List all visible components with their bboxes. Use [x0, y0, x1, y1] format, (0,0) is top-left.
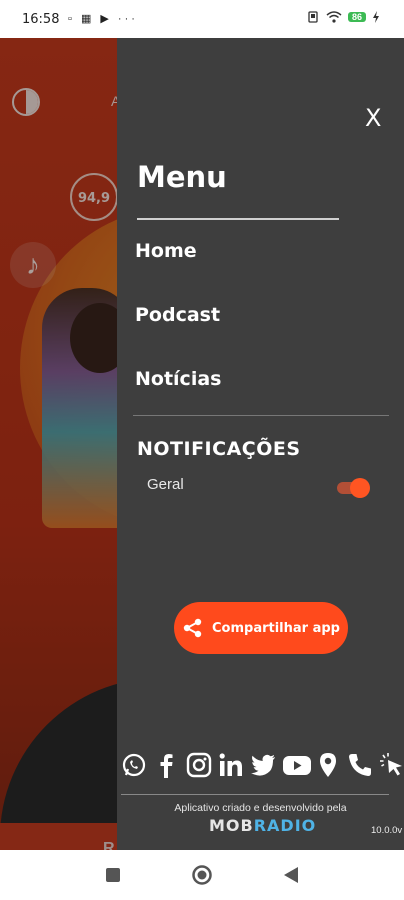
whatsapp-icon[interactable]: [121, 752, 147, 778]
facebook-icon[interactable]: [153, 752, 179, 778]
drawer-title: Menu: [137, 160, 227, 194]
share-app-label: Compartilhar app: [212, 620, 340, 636]
status-time: 16:58: [22, 12, 60, 27]
footer-divider: [121, 794, 389, 795]
nav-item-home[interactable]: Home: [135, 240, 197, 262]
youtube-icon[interactable]: [282, 752, 312, 778]
toggle-thumb: [350, 478, 370, 498]
app-version: 10.0.0v: [371, 825, 403, 836]
nav-item-noticias[interactable]: Notícias: [135, 368, 221, 390]
status-left-icons: ▫ ▦ ▶ ···: [68, 13, 138, 25]
brand-name-part2: RADIO: [253, 816, 317, 835]
instagram-icon[interactable]: [186, 752, 212, 778]
notifications-heading: NOTIFICAÇÕES: [137, 438, 301, 460]
phone-icon[interactable]: [347, 752, 373, 778]
cursor-icon[interactable]: [379, 752, 404, 778]
navigation-drawer: X Menu Home Podcast Notícias NOTIFICAÇÕE…: [117, 38, 404, 850]
charging-icon: [373, 11, 379, 23]
nav-item-podcast[interactable]: Podcast: [135, 304, 220, 326]
twitter-icon[interactable]: [250, 752, 276, 778]
location-icon[interactable]: [315, 752, 341, 778]
back-triangle-icon[interactable]: [283, 866, 299, 884]
system-navigation-bar: [0, 850, 404, 900]
linkedin-icon[interactable]: [218, 752, 244, 778]
share-app-button[interactable]: Compartilhar app: [174, 602, 348, 654]
close-drawer-button[interactable]: X: [365, 104, 381, 132]
title-divider: [137, 218, 339, 220]
brand-name-part1: MOB: [209, 816, 254, 835]
notification-general-toggle[interactable]: [337, 478, 371, 498]
mobradio-logo[interactable]: MOBRADIO: [209, 816, 316, 835]
notification-general-label: Geral: [147, 476, 184, 493]
section-divider: [133, 415, 389, 416]
social-icons-row: [121, 750, 404, 780]
recents-square-icon[interactable]: [106, 868, 120, 882]
status-bar: 16:58 ▫ ▦ ▶ ··· 86: [0, 0, 404, 38]
wifi-icon: [326, 11, 342, 23]
home-circle-icon[interactable]: [191, 864, 213, 886]
share-icon: [183, 618, 202, 638]
battery-icon: 86: [347, 12, 366, 22]
footer-credit-text: Aplicativo criado e desenvolvido pela: [174, 802, 347, 814]
status-right-icons: 86: [306, 11, 380, 23]
vibrate-icon: [308, 11, 318, 23]
